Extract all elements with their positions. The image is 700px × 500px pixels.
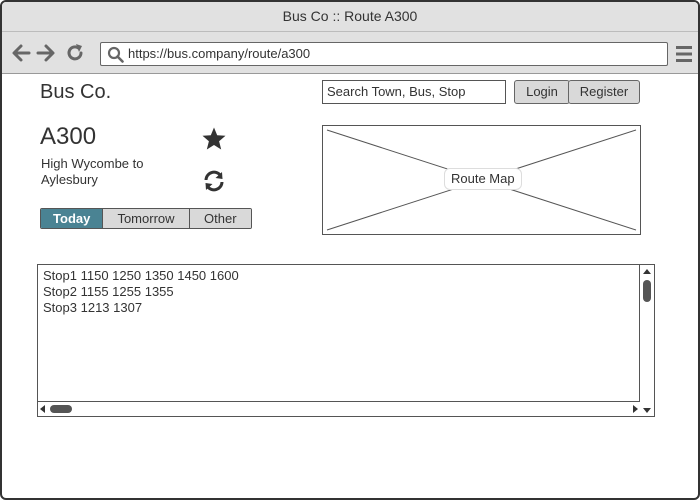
timetable-row: Stop3 1213 1307 (43, 300, 239, 316)
browser-toolbar: https://bus.company/route/a300 (2, 32, 698, 74)
stop-name: Stop1 (43, 268, 77, 283)
refresh-icon[interactable] (201, 168, 227, 194)
stop-times: 1150 1250 1350 1450 1600 (80, 268, 239, 283)
reload-icon[interactable] (64, 42, 86, 64)
tab-other[interactable]: Other (188, 209, 251, 228)
horizontal-scrollbar[interactable] (38, 401, 640, 416)
timetable-panel: Stop1 1150 1250 1350 1450 1600 Stop2 115… (37, 264, 655, 417)
window-title: Bus Co :: Route A300 (2, 2, 698, 32)
vertical-scroll-thumb[interactable] (643, 280, 651, 302)
url-text: https://bus.company/route/a300 (128, 46, 311, 61)
horizontal-scroll-thumb[interactable] (50, 405, 72, 413)
search-icon (107, 46, 124, 63)
stop-name: Stop3 (43, 300, 77, 315)
route-description: High Wycombe to Aylesbury (41, 156, 144, 187)
star-icon[interactable] (201, 126, 227, 152)
address-bar[interactable]: https://bus.company/route/a300 (100, 42, 668, 66)
site-search-input[interactable]: Search Town, Bus, Stop (322, 80, 506, 104)
route-map[interactable]: Route Map (322, 125, 641, 235)
stop-name: Stop2 (43, 284, 77, 299)
timetable-row: Stop1 1150 1250 1350 1450 1600 (43, 268, 239, 284)
stop-times: 1213 1307 (80, 300, 143, 315)
menu-icon[interactable] (675, 45, 693, 63)
scroll-up-icon[interactable] (643, 269, 651, 274)
back-icon[interactable] (10, 42, 32, 64)
brand-logo-text[interactable]: Bus Co. (40, 81, 111, 104)
tab-tomorrow[interactable]: Tomorrow (102, 209, 189, 228)
scroll-right-icon[interactable] (633, 405, 638, 413)
day-tabs: Today Tomorrow Other (40, 208, 252, 229)
forward-icon[interactable] (35, 42, 57, 64)
timetable-list: Stop1 1150 1250 1350 1450 1600 Stop2 115… (43, 268, 239, 316)
scroll-down-icon[interactable] (643, 408, 651, 413)
scroll-left-icon[interactable] (40, 405, 45, 413)
register-button[interactable]: Register (568, 80, 640, 104)
browser-window: Bus Co :: Route A300 https://bus.company… (0, 0, 700, 500)
route-map-label: Route Map (444, 168, 522, 190)
login-button[interactable]: Login (514, 80, 570, 104)
route-code: A300 (40, 123, 97, 150)
timetable-row: Stop2 1155 1255 1355 (43, 284, 239, 300)
tab-today[interactable]: Today (41, 209, 103, 228)
vertical-scrollbar[interactable] (639, 265, 654, 416)
stop-times: 1155 1255 1355 (80, 284, 174, 299)
